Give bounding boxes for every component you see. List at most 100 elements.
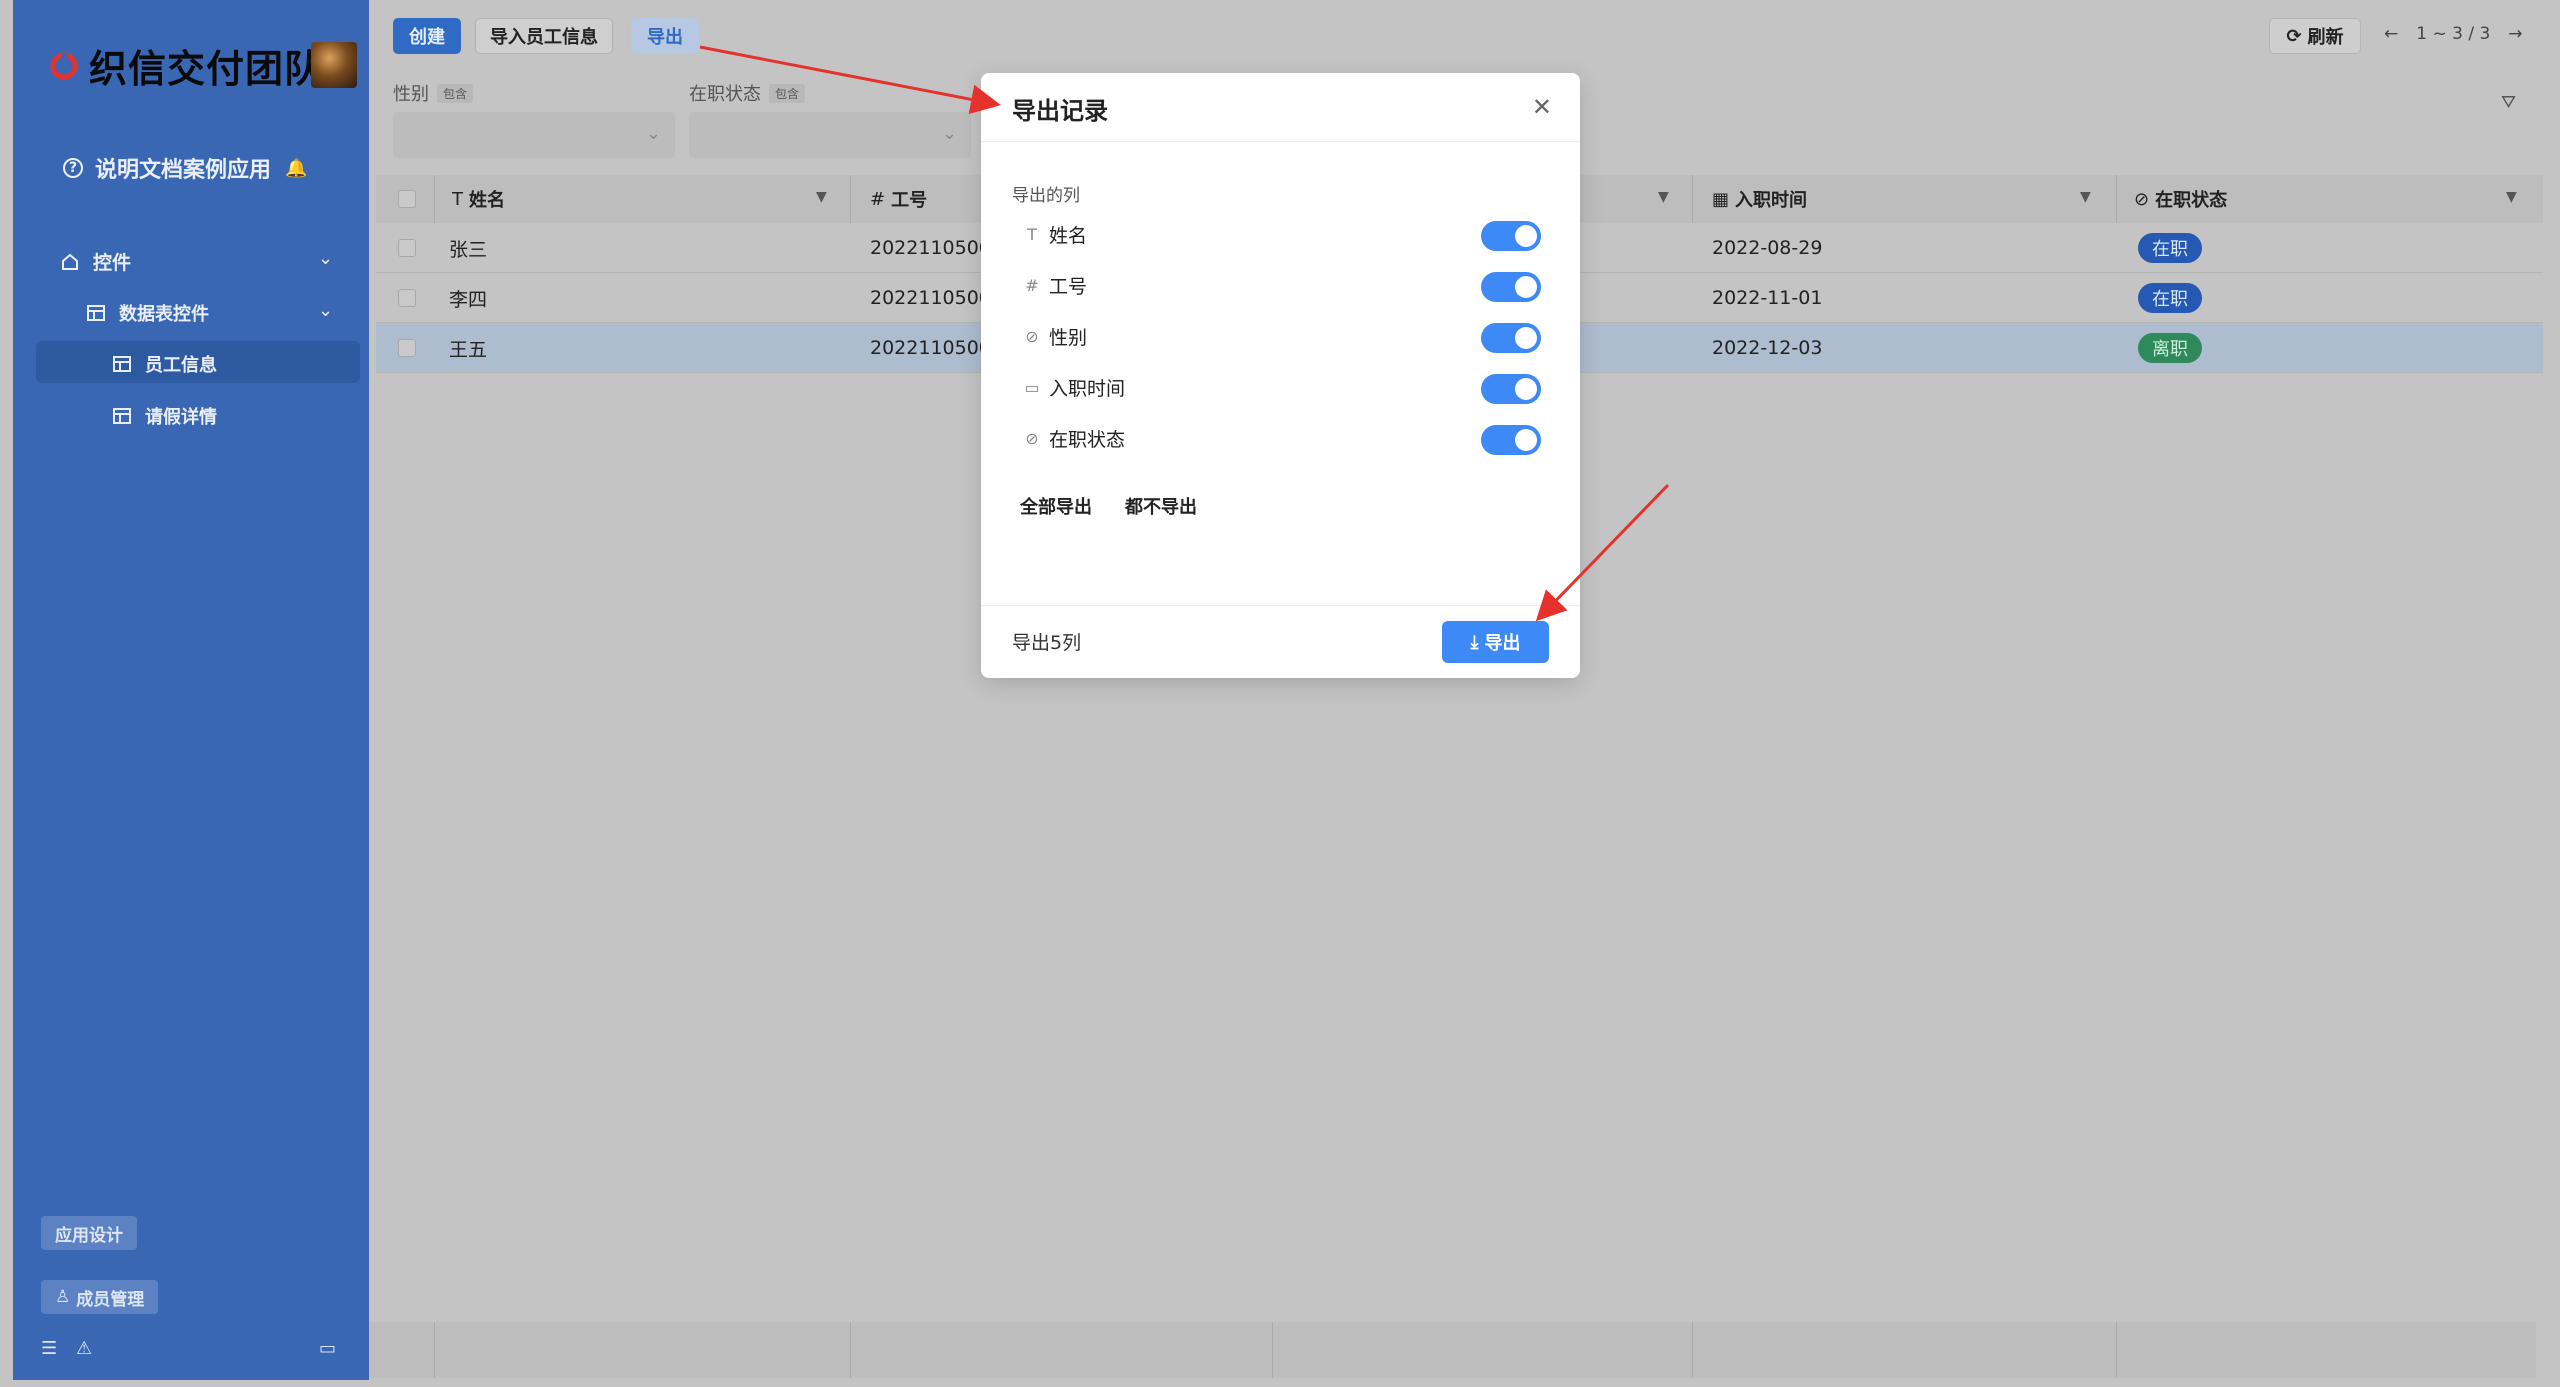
sort-icon[interactable]: ▼ (2080, 189, 2091, 205)
filter-gender-select[interactable]: ⌄ (393, 112, 675, 158)
calendar-icon: ▦ (1712, 188, 1730, 210)
nav-leave-detail[interactable]: 请假详情 (113, 403, 217, 429)
download-icon: ⤓ (1470, 631, 1479, 653)
sidebar: 织信交付团队 ? 说明文档案例应用 🔔 控件 ⌄ 数据表控件 ⌄ 员工信息 请假… (13, 0, 369, 1380)
column-option-label: 入职时间 (1049, 378, 1126, 400)
column-option-name: T 姓名 (1021, 221, 1087, 248)
filter-gender-label: 性别 包含 (393, 80, 474, 106)
refresh-button[interactable]: ⟳ 刷新 (2269, 18, 2361, 54)
filter-status-select[interactable]: ⌄ (689, 112, 971, 158)
toggle-id[interactable] (1481, 272, 1541, 302)
nav-controls-label: 控件 (93, 252, 132, 274)
cell-id: 2022110500 (870, 237, 991, 259)
check-circle-icon: ⊘ (1025, 327, 1039, 346)
app-design-button[interactable]: 应用设计 (41, 1216, 137, 1250)
create-label: 创建 (409, 27, 445, 48)
cell-name: 张三 (449, 238, 488, 261)
import-button[interactable]: 导入员工信息 (475, 18, 613, 54)
filter-icon[interactable]: ⛛ (2501, 92, 2516, 113)
brand[interactable]: 织信交付团队 (49, 38, 323, 93)
status-badge: 在职 (2138, 283, 2202, 313)
filter-operator-tag[interactable]: 包含 (437, 83, 474, 103)
filter-status-label: 在职状态 包含 (689, 80, 806, 106)
export-button[interactable]: ⤓ 导出 (1442, 621, 1549, 663)
column-option-label: 性别 (1049, 327, 1088, 349)
header-status-label: 在职状态 (2155, 190, 2228, 211)
check-circle-icon: ⊘ (2134, 188, 2150, 210)
member-manage-label: 成员管理 (76, 1289, 145, 1310)
help-icon: ? (63, 158, 83, 178)
sort-icon[interactable]: ▼ (816, 189, 827, 205)
import-label: 导入员工信息 (490, 27, 598, 48)
text-icon: T (1027, 225, 1037, 244)
home-icon (62, 253, 78, 270)
toggle-name[interactable] (1481, 221, 1541, 251)
header-name[interactable]: T 姓名 (452, 175, 505, 223)
brand-name: 织信交付团队 (89, 47, 324, 91)
header-date-label: 入职时间 (1735, 190, 1808, 211)
toggle-gender[interactable] (1481, 323, 1541, 353)
row-checkbox[interactable] (398, 339, 416, 357)
table-icon (87, 305, 105, 321)
collapse-sidebar-icon[interactable]: ▭ (319, 1338, 336, 1359)
cell-name: 王五 (449, 338, 488, 361)
cell-id: 2022110500 (870, 287, 991, 309)
chevron-down-icon: ⌄ (645, 123, 661, 144)
sort-icon[interactable]: ▼ (2506, 189, 2517, 205)
member-manage-button[interactable]: ♙ 成员管理 (41, 1280, 159, 1314)
pager: ← 1 ~ 3 / 3 → (2384, 24, 2523, 44)
nav-table-controls[interactable]: 数据表控件 (87, 300, 209, 326)
team-avatar[interactable] (311, 42, 357, 88)
chevron-down-icon[interactable]: ⌄ (318, 248, 333, 269)
export-toolbar-label: 导出 (647, 27, 683, 48)
app-title[interactable]: ? 说明文档案例应用 🔔 (63, 152, 307, 184)
column-option-status: ⊘ 在职状态 (1021, 425, 1125, 452)
pager-range: 1 ~ 3 / 3 (2416, 24, 2491, 44)
cell-date: 2022-08-29 (1712, 237, 1823, 259)
cell-date: 2022-11-01 (1712, 287, 1823, 309)
filter-gender-text: 性别 (393, 84, 429, 105)
close-icon[interactable]: ✕ (1532, 93, 1552, 121)
header-id-label: 工号 (891, 190, 928, 211)
nav-employee-info[interactable]: 员工信息 (113, 351, 217, 377)
cell-name: 李四 (449, 288, 488, 311)
modal-title: 导出记录 (1012, 97, 1108, 125)
header-id[interactable]: # 工号 (870, 175, 927, 223)
row-checkbox[interactable] (398, 289, 416, 307)
text-icon: T (452, 188, 463, 210)
header-date[interactable]: ▦ 入职时间 (1712, 175, 1807, 223)
modal-header: 导出记录 ✕ (981, 73, 1580, 142)
refresh-label: 刷新 (2307, 27, 2344, 48)
check-circle-icon: ⊘ (1025, 429, 1039, 448)
export-all-button[interactable]: 全部导出 (1020, 493, 1092, 519)
table-footer (369, 1322, 2536, 1378)
column-option-label: 工号 (1049, 276, 1088, 298)
chevron-down-icon: ⌄ (941, 123, 957, 144)
table-icon (113, 408, 131, 424)
header-status[interactable]: ⊘ 在职状态 (2134, 175, 2227, 223)
nav-controls[interactable]: 控件 (61, 248, 131, 275)
select-all-checkbox[interactable] (398, 190, 416, 208)
export-columns-label: 导出的列 (1012, 186, 1080, 206)
chevron-down-icon[interactable]: ⌄ (318, 300, 333, 321)
hash-icon: # (1025, 276, 1039, 295)
hash-icon: # (870, 188, 886, 210)
toggle-status[interactable] (1481, 425, 1541, 455)
export-toolbar-button[interactable]: 导出 (631, 18, 699, 54)
warning-icon[interactable]: ⚠ (76, 1338, 92, 1359)
sort-icon[interactable]: ▼ (1658, 189, 1669, 205)
toggle-date[interactable] (1481, 374, 1541, 404)
export-none-button[interactable]: 都不导出 (1125, 493, 1197, 519)
prev-page-icon[interactable]: ← (2384, 24, 2398, 44)
app-title-label: 说明文档案例应用 (95, 158, 272, 183)
table-icon (113, 356, 131, 372)
row-checkbox[interactable] (398, 239, 416, 257)
nav-leave-detail-label: 请假详情 (145, 407, 217, 428)
column-option-id: # 工号 (1021, 272, 1087, 299)
filter-operator-tag[interactable]: 包含 (769, 83, 806, 103)
bell-icon[interactable]: 🔔 (285, 158, 307, 179)
next-page-icon[interactable]: → (2508, 24, 2522, 44)
refresh-icon: ⟳ (2286, 25, 2302, 47)
menu-icon[interactable]: ☰ (41, 1338, 57, 1359)
create-button[interactable]: 创建 (393, 18, 461, 54)
